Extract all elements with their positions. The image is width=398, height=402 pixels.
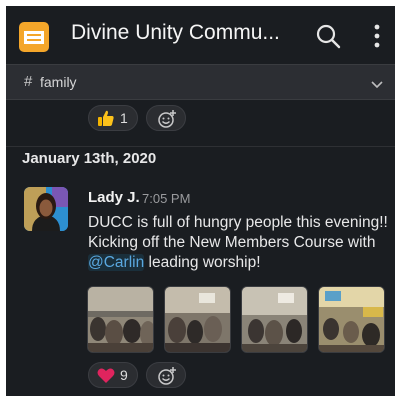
- user-mention[interactable]: @Carlin: [88, 254, 145, 271]
- reaction-thumbs-up[interactable]: 1: [88, 105, 138, 131]
- image-thumbnail[interactable]: [87, 286, 154, 353]
- add-reaction-button[interactable]: [146, 105, 186, 131]
- workspace-title[interactable]: Divine Unity Commu...: [71, 21, 280, 45]
- channel-hash-icon: #: [24, 73, 33, 90]
- chevron-down-icon[interactable]: [370, 77, 384, 89]
- thumbs-up-icon: [97, 109, 115, 132]
- add-reaction-button[interactable]: [146, 362, 186, 388]
- message-text-part: DUCC is full of hungry people this eveni…: [88, 214, 388, 251]
- message-text-part: leading worship!: [144, 254, 261, 271]
- reaction-heart[interactable]: 9: [88, 362, 138, 388]
- add-reaction-icon: [157, 109, 177, 134]
- reaction-count: 1: [120, 110, 128, 126]
- message-author[interactable]: Lady J.: [88, 189, 140, 206]
- message-timestamp[interactable]: 7:05 PM: [142, 191, 190, 206]
- more-vertical-icon[interactable]: [370, 22, 384, 50]
- heart-icon: [97, 367, 115, 389]
- app-frame: Divine Unity Commu... # family 1 January…: [6, 6, 395, 396]
- date-divider: January 13th, 2020: [22, 150, 157, 167]
- date-divider-line: [6, 146, 395, 147]
- workspace-logo-icon[interactable]: [19, 22, 49, 52]
- add-reaction-icon: [157, 366, 177, 391]
- search-icon[interactable]: [315, 23, 341, 49]
- channel-header[interactable]: # family: [6, 64, 395, 100]
- message-text: DUCC is full of hungry people this eveni…: [88, 213, 388, 273]
- image-thumbnail[interactable]: [241, 286, 308, 353]
- channel-name: family: [40, 74, 77, 90]
- image-thumbnail[interactable]: [164, 286, 231, 353]
- top-bar: Divine Unity Commu...: [6, 6, 395, 64]
- reaction-count: 9: [120, 367, 128, 383]
- image-thumbnail[interactable]: [318, 286, 385, 353]
- avatar[interactable]: [24, 187, 68, 231]
